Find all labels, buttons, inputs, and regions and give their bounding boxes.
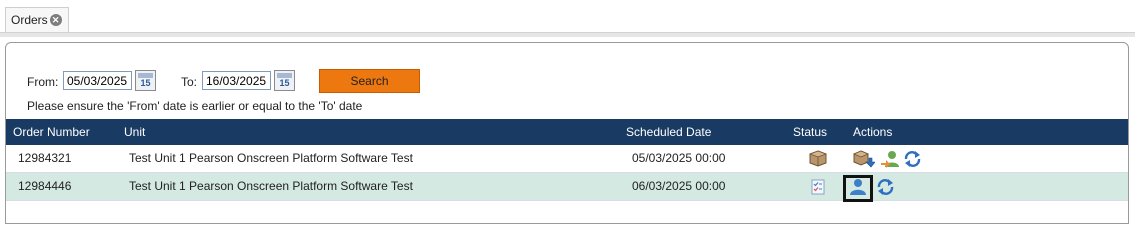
checklist-icon <box>811 179 825 195</box>
assign-user-icon[interactable] <box>881 150 901 168</box>
to-date-input[interactable] <box>202 71 271 90</box>
tab-strip: Orders ✕ <box>0 0 1135 38</box>
orders-grid: Order Number Unit Scheduled Date Status … <box>6 119 1128 202</box>
to-label: To: <box>181 75 198 89</box>
from-calendar-button[interactable]: 15 <box>135 70 156 91</box>
refresh-icon[interactable] <box>903 150 922 168</box>
column-header-status[interactable]: Status <box>793 119 827 145</box>
from-label: From: <box>27 75 59 89</box>
calendar-icon: 15 <box>279 78 290 88</box>
close-icon[interactable]: ✕ <box>49 14 62 26</box>
column-header-unit[interactable]: Unit <box>124 119 145 145</box>
refresh-icon[interactable] <box>876 178 895 196</box>
scheduled-date-cell: 06/03/2025 00:00 <box>632 179 726 193</box>
scheduled-date-cell: 05/03/2025 00:00 <box>632 151 726 165</box>
calendar-icon: 15 <box>140 78 151 88</box>
tab-label: Orders <box>11 13 48 27</box>
unit-cell: Test Unit 1 Pearson Onscreen Platform So… <box>129 151 413 165</box>
to-calendar-button[interactable]: 15 <box>274 70 295 91</box>
orders-panel: From: 15 To: 15 Search Please ensure the… <box>5 42 1129 224</box>
order-number-cell: 12984321 <box>18 151 72 165</box>
package-icon <box>809 150 827 167</box>
search-button[interactable]: Search <box>319 69 420 93</box>
column-header-actions: Actions <box>853 125 893 139</box>
tab-strip-divider <box>0 32 1135 37</box>
grid-header: Order Number Unit Scheduled Date Status … <box>6 119 1128 145</box>
table-row[interactable]: 12984446 Test Unit 1 Pearson Onscreen Pl… <box>6 173 1128 202</box>
assign-user-icon[interactable] <box>849 178 867 196</box>
package-download-icon[interactable] <box>853 150 875 168</box>
date-filter: From: 15 To: 15 Search Please ensure the… <box>6 43 1128 119</box>
date-hint: Please ensure the 'From' date is earlier… <box>27 99 363 113</box>
column-header-order-number[interactable]: Order Number <box>13 119 90 145</box>
unit-cell: Test Unit 1 Pearson Onscreen Platform So… <box>129 179 413 193</box>
order-number-cell: 12984446 <box>18 179 72 193</box>
from-date-input[interactable] <box>63 71 132 90</box>
tab-orders[interactable]: Orders ✕ <box>5 7 69 32</box>
table-row[interactable]: 12984321 Test Unit 1 Pearson Onscreen Pl… <box>6 145 1128 173</box>
column-header-scheduled-date[interactable]: Scheduled Date <box>626 119 711 145</box>
